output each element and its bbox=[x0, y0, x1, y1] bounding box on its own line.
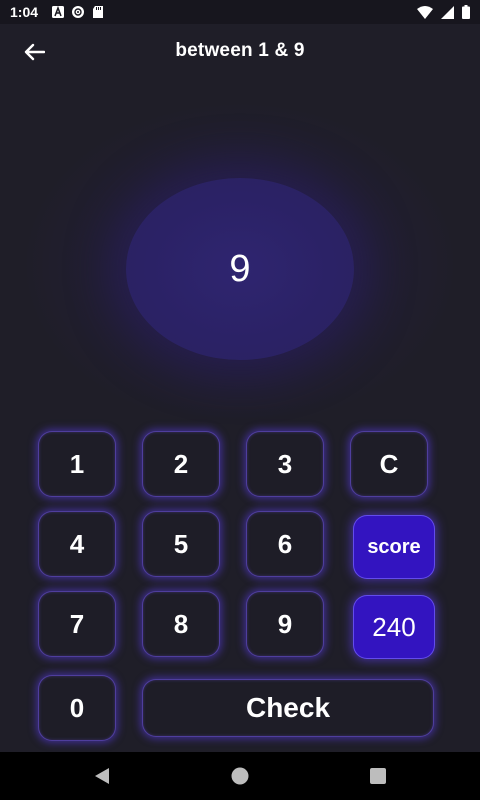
key-0[interactable]: 0 bbox=[38, 675, 116, 741]
battery-icon bbox=[462, 5, 470, 19]
display-value: 9 bbox=[229, 247, 251, 290]
pocket-casts-icon bbox=[72, 6, 85, 18]
home-circle-icon[interactable] bbox=[228, 766, 252, 786]
recents-square-icon[interactable] bbox=[366, 766, 390, 786]
key-5[interactable]: 5 bbox=[142, 511, 220, 577]
score-value: 240 bbox=[353, 595, 435, 659]
sd-card-icon bbox=[93, 6, 104, 18]
key-4[interactable]: 4 bbox=[38, 511, 116, 577]
signal-icon bbox=[441, 5, 454, 19]
app-bar: between 1 & 9 bbox=[0, 24, 480, 80]
status-bar: 1:04 bbox=[0, 0, 480, 24]
key-9[interactable]: 9 bbox=[246, 591, 324, 657]
score-label: score bbox=[353, 515, 435, 579]
font-a-icon bbox=[52, 6, 65, 18]
check-button[interactable]: Check bbox=[142, 679, 434, 737]
key-6[interactable]: 6 bbox=[246, 511, 324, 577]
clear-button[interactable]: C bbox=[350, 431, 428, 497]
key-2[interactable]: 2 bbox=[142, 431, 220, 497]
page-title: between 1 & 9 bbox=[175, 40, 305, 61]
key-3[interactable]: 3 bbox=[246, 431, 324, 497]
key-7[interactable]: 7 bbox=[38, 591, 116, 657]
key-1[interactable]: 1 bbox=[38, 431, 116, 497]
back-triangle-icon[interactable] bbox=[90, 766, 114, 786]
navigation-bar bbox=[0, 752, 480, 800]
status-time: 1:04 bbox=[10, 4, 39, 20]
wifi-icon bbox=[417, 5, 433, 19]
app-screen: 1:04 between 1 & 9 9 1 2 3 C 4 5 6 score… bbox=[0, 0, 480, 800]
number-display: 9 bbox=[126, 178, 354, 360]
key-8[interactable]: 8 bbox=[142, 591, 220, 657]
